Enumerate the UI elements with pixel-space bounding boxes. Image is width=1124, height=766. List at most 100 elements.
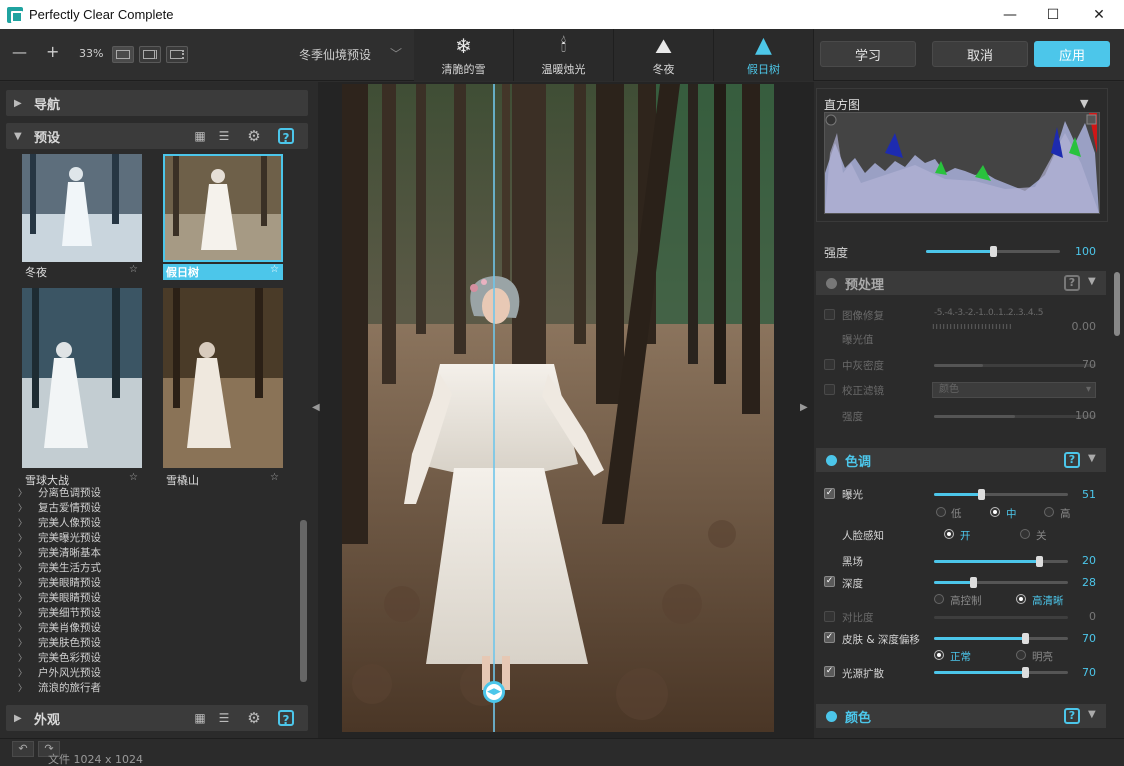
help-icon[interactable]: ?: [278, 128, 294, 145]
section-toggle-icon[interactable]: [826, 710, 837, 722]
exposure-low-radio[interactable]: [936, 507, 946, 517]
strip-preset-winter-night[interactable]: ⛰ 冬夜: [614, 29, 714, 81]
collapse-right-panel-icon[interactable]: ▶: [800, 402, 808, 413]
preset-group-item[interactable]: 〉完美曝光预设: [18, 531, 298, 546]
face-off-radio[interactable]: [1020, 529, 1030, 539]
preset-group-item[interactable]: 〉完美细节预设: [18, 606, 298, 621]
help-icon[interactable]: ?: [278, 710, 294, 727]
exposure-checkbox[interactable]: ✓: [824, 488, 835, 499]
preset-group-item[interactable]: 〉完美眼睛预设: [18, 576, 298, 591]
strength-slider[interactable]: [926, 246, 1060, 257]
apply-button[interactable]: 应用: [1034, 41, 1110, 67]
collapse-icon[interactable]: ▼: [1088, 276, 1096, 287]
right-scrollbar[interactable]: [1114, 272, 1120, 336]
minimize-button[interactable]: —: [987, 0, 1033, 29]
collapse-left-panel-icon[interactable]: ◀: [312, 402, 320, 413]
strength-slider-knob[interactable]: [990, 246, 997, 257]
exposure-tick-marks[interactable]: ııııııııııııııııııııııı: [932, 322, 1013, 332]
face-on-radio[interactable]: [944, 529, 954, 539]
depth-checkbox[interactable]: ✓: [824, 576, 835, 587]
depth-slider[interactable]: [934, 577, 1068, 588]
preset-group-item[interactable]: 〉分离色调预设: [18, 486, 298, 501]
split-handle-icon[interactable]: ◀▶: [483, 681, 505, 703]
color-section-header[interactable]: 颜色 ? ▼: [816, 704, 1106, 728]
side-by-side-view-button[interactable]: [139, 46, 161, 63]
star-icon[interactable]: ☆: [129, 472, 138, 483]
presets-section-header[interactable]: ▼ 预设 ▦ ☰ ⚙ ?: [6, 123, 308, 149]
exposure-mid-radio[interactable]: [990, 507, 1000, 517]
star-icon[interactable]: ☆: [270, 264, 279, 275]
grid-view-icon[interactable]: ▦: [192, 128, 208, 144]
star-icon[interactable]: ☆: [129, 264, 138, 275]
slider-knob[interactable]: [977, 489, 985, 500]
gear-icon[interactable]: ⚙: [246, 128, 262, 144]
grid-view-icon[interactable]: ▦: [192, 710, 208, 726]
neutral-density-checkbox[interactable]: [824, 359, 835, 370]
split-divider[interactable]: [493, 84, 495, 732]
left-scrollbar[interactable]: [300, 520, 307, 682]
skin-depth-checkbox[interactable]: ✓: [824, 632, 835, 643]
appearance-section-header[interactable]: ▶ 外观 ▦ ☰ ⚙ ?: [6, 705, 308, 731]
navigation-section-header[interactable]: ▶ 导航: [6, 90, 308, 116]
skin-depth-slider[interactable]: [934, 633, 1068, 644]
preset-thumb-sled-hill[interactable]: 雪橇山 ☆: [163, 288, 283, 487]
slider-knob[interactable]: [1022, 667, 1030, 678]
contrast-checkbox[interactable]: [824, 611, 835, 622]
light-diffusion-slider[interactable]: [934, 667, 1068, 678]
learn-button[interactable]: 学习: [820, 41, 916, 67]
section-toggle-icon[interactable]: [826, 277, 837, 289]
undo-button[interactable]: ↶: [12, 741, 34, 757]
preset-group-item[interactable]: 〉完美肤色预设: [18, 636, 298, 651]
slider-knob[interactable]: [1022, 633, 1030, 644]
preset-group-item[interactable]: 〉完美色彩预设: [18, 651, 298, 666]
preset-group-item[interactable]: 〉完美清晰基本: [18, 546, 298, 561]
skin-normal-radio[interactable]: [934, 650, 944, 660]
gear-icon[interactable]: ⚙: [246, 710, 262, 726]
split-view-button[interactable]: [166, 46, 188, 63]
black-point-slider[interactable]: [934, 556, 1068, 567]
preprocess-section-header[interactable]: 预处理 ? ▼: [816, 271, 1106, 295]
depth-high-definition-radio[interactable]: [1016, 594, 1026, 604]
strip-preset-warm-candle[interactable]: 🕯 温暖烛光: [514, 29, 614, 81]
preset-group-item[interactable]: 〉完美人像预设: [18, 516, 298, 531]
contrast-slider[interactable]: [934, 616, 1068, 619]
help-icon[interactable]: ?: [1064, 452, 1080, 468]
exposure-high-radio[interactable]: [1044, 507, 1054, 517]
preset-group-item[interactable]: 〉完美生活方式: [18, 561, 298, 576]
single-view-button[interactable]: [112, 46, 134, 63]
zoom-out-button[interactable]: —: [12, 43, 27, 61]
preset-group-item[interactable]: 〉户外风光预设: [18, 666, 298, 681]
correction-lens-dropdown[interactable]: 颜色 ▾: [932, 382, 1096, 398]
tone-exposure-slider[interactable]: [934, 489, 1068, 500]
skin-bright-radio[interactable]: [1016, 650, 1026, 660]
star-icon[interactable]: ☆: [270, 472, 279, 483]
preset-thumb-snowball-fight[interactable]: 雪球大战 ☆: [22, 288, 142, 487]
slider-knob[interactable]: [1035, 556, 1043, 567]
zoom-in-button[interactable]: +: [46, 42, 59, 61]
preset-group-item[interactable]: 〉复古爱情预设: [18, 501, 298, 516]
strip-preset-label: 清脆的雪: [441, 63, 486, 76]
correction-lens-checkbox[interactable]: [824, 384, 835, 395]
depth-high-control-radio[interactable]: [934, 594, 944, 604]
image-repair-checkbox[interactable]: [824, 309, 835, 320]
list-view-icon[interactable]: ☰: [216, 128, 232, 144]
preset-group-item[interactable]: 〉流浪的旅行者: [18, 681, 298, 696]
strip-preset-holiday-tree[interactable]: ▲ 假日树: [714, 29, 814, 81]
list-view-icon[interactable]: ☰: [216, 710, 232, 726]
help-icon[interactable]: ?: [1064, 708, 1080, 724]
preset-group-item[interactable]: 〉完美眼睛预设: [18, 591, 298, 606]
help-icon[interactable]: ?: [1064, 275, 1080, 291]
collapse-icon[interactable]: ▼: [1088, 453, 1096, 464]
light-diffusion-checkbox[interactable]: ✓: [824, 666, 835, 677]
strip-preset-crisp-snow[interactable]: ❄ 清脆的雪: [414, 29, 514, 81]
preset-dropdown-icon[interactable]: ﹀: [390, 45, 402, 62]
histogram-menu-icon[interactable]: ▼: [1080, 97, 1088, 110]
tone-section-header[interactable]: 色调 ? ▼: [816, 448, 1106, 472]
maximize-button[interactable]: ☐: [1030, 0, 1076, 29]
collapse-icon[interactable]: ▼: [1088, 709, 1096, 720]
preset-group-item[interactable]: 〉完美肖像预设: [18, 621, 298, 636]
section-toggle-icon[interactable]: [826, 454, 837, 466]
cancel-button[interactable]: 取消: [932, 41, 1028, 67]
close-button[interactable]: ✕: [1076, 0, 1122, 29]
slider-knob[interactable]: [969, 577, 977, 588]
